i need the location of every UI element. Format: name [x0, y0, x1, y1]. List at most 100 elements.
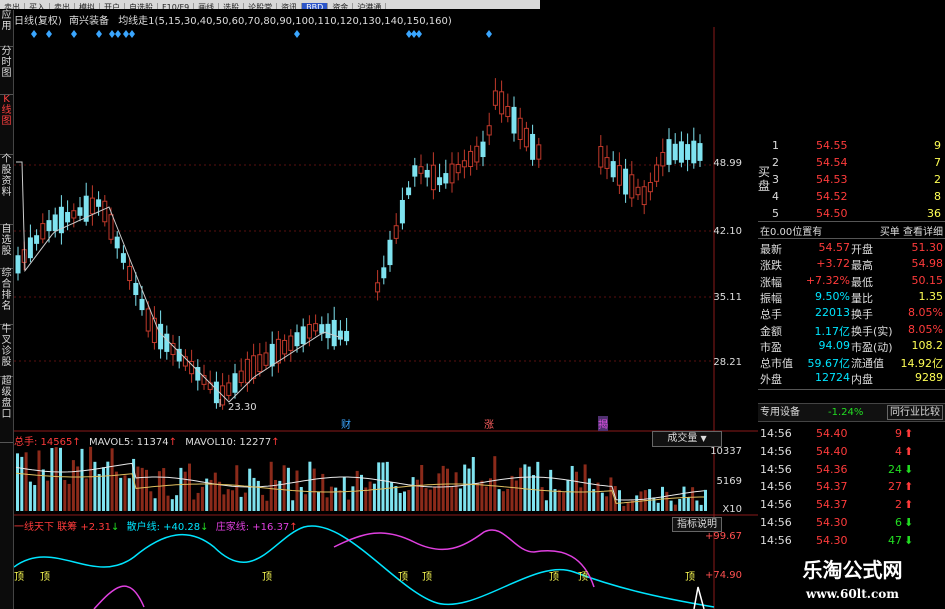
orderbook-row[interactable]: 4 54.52 8 [758, 188, 945, 205]
volume-bar [28, 481, 32, 511]
volume-bar [437, 473, 441, 511]
signal-diamond-icon [31, 30, 37, 38]
menu-item-1[interactable]: 买入 [25, 3, 50, 9]
volume-bar [342, 476, 346, 511]
candle [678, 141, 684, 163]
price-axis-label-3: 35.11 [713, 292, 742, 303]
menu-item-5[interactable]: 自选股 [125, 3, 158, 9]
tick-price: 54.40 [816, 444, 848, 458]
orderbook-row[interactable]: 3 54.53 2 [758, 171, 945, 188]
menu-item-6[interactable]: F10/F9 [158, 3, 195, 9]
position-bar-right[interactable]: 买单 查看详细 [880, 223, 943, 238]
left-tab-2[interactable]: K线图 [0, 94, 13, 155]
volume-bar [398, 492, 402, 511]
volume-bar [484, 486, 488, 511]
orderbook-row[interactable]: 2 54.54 7 [758, 154, 945, 171]
event-marker-3[interactable]: 揭 [598, 416, 608, 431]
event-marker-2[interactable]: 涨 [484, 416, 494, 431]
volume-bar [433, 486, 437, 511]
quote-value: 12724 [815, 371, 850, 385]
volume-bar [575, 471, 578, 511]
tick-time: 14:56 [760, 480, 792, 494]
menu-item-3[interactable]: 模拟 [75, 3, 100, 9]
volume-bar [428, 489, 432, 511]
ma-label: 均线走1(5,15,30,40,50,60,70,80,90,100,110,1… [118, 16, 452, 27]
volume-bar [704, 489, 707, 511]
period-label[interactable]: 日线(复权) [14, 16, 62, 27]
tick-volume: 4 [895, 444, 902, 458]
event-marker-1[interactable]: 财 [341, 416, 351, 431]
orderbook-level: 5 [772, 207, 779, 220]
quote-value-right: 51.30 [911, 241, 944, 254]
volume-bar [317, 491, 320, 511]
volume-bar [162, 468, 166, 511]
menu-item-13[interactable]: 沪港通 [353, 3, 387, 9]
volume-bar [261, 494, 265, 511]
arrow-up-icon: ⬆ [904, 427, 914, 440]
candle [697, 143, 703, 161]
signal-diamond-icon [71, 30, 77, 38]
volume-bar [669, 500, 673, 511]
position-bar-left: 在0.00位置有 [760, 227, 823, 238]
candle [344, 330, 350, 342]
left-tab-5[interactable]: 综合排名 [0, 268, 13, 325]
indicator-tag: 顶 [40, 572, 50, 583]
tick-price: 54.30 [816, 533, 848, 547]
menu-item-12[interactable]: 资金 [328, 3, 354, 9]
left-tab-4[interactable]: 自选股 [0, 224, 13, 269]
indicator-axis-label-1: +99.67 [704, 531, 742, 542]
orderbook-row[interactable]: 1 54.55 9 [758, 137, 945, 154]
volume-bar [579, 487, 583, 511]
quote-label-right: 换手 [851, 308, 873, 322]
quote-value: 59.67亿 [807, 357, 851, 371]
menu-item-10[interactable]: 资讯 [277, 3, 303, 9]
volume-bar [394, 486, 398, 511]
volume-bar [385, 461, 389, 511]
volume-bar [243, 492, 247, 511]
left-tab-0[interactable]: 应用 [0, 10, 13, 47]
candle [635, 186, 641, 196]
chevron-down-icon: ▼ [700, 434, 707, 443]
volume-bar [20, 456, 24, 511]
volume-bar [213, 472, 217, 511]
volume-bar [127, 478, 131, 511]
indicator-help-button[interactable]: 指标说明 [672, 517, 722, 532]
tick-price: 54.36 [816, 462, 848, 476]
quote-label: 总手 [760, 308, 782, 322]
volume-bar [166, 495, 170, 511]
volume-bar [656, 502, 660, 511]
watermark-title: 乐淘公式网 [802, 558, 903, 582]
volume-bar [695, 500, 699, 511]
menu-item-7[interactable]: 画线 [194, 3, 220, 9]
menu-item-2[interactable]: 卖出 [50, 3, 75, 9]
tick-time: 14:56 [760, 444, 792, 458]
menu-item-4[interactable]: 开户 [100, 3, 125, 9]
quote-value: 9.50% [815, 289, 850, 303]
indicator-tag: 顶 [14, 572, 24, 583]
tick-time: 14:56 [760, 427, 792, 440]
menu-item-0[interactable]: 卖出 [0, 3, 25, 9]
sector-compare-button[interactable]: 同行业比较 [887, 405, 943, 420]
orderbook-row[interactable]: 5 54.50 36 [758, 205, 945, 222]
volume-bar [24, 452, 28, 511]
candle [77, 207, 83, 216]
left-tab-6[interactable]: 牛叉诊股 [0, 324, 13, 377]
volume-bar [119, 477, 123, 511]
left-tab-7[interactable]: 超级盘口 [0, 376, 13, 443]
volume-indicator-dropdown[interactable]: 成交量 ▼ [652, 431, 722, 447]
left-tab-1[interactable]: 分时图 [0, 46, 13, 95]
candle [505, 105, 511, 118]
volume-bar [67, 483, 71, 511]
quote-label: 振幅 [760, 291, 782, 305]
volume-bar [691, 487, 695, 511]
sector-change: -1.24% [828, 407, 864, 418]
candle [393, 225, 399, 239]
left-tab-3[interactable]: 个股资料 [0, 154, 13, 225]
volume-bar [308, 461, 312, 511]
candle [530, 133, 536, 160]
menu-item-11[interactable]: BBD [302, 3, 329, 9]
menu-item-9[interactable]: 论股堂 [244, 3, 278, 9]
candle [133, 282, 139, 296]
menu-item-8[interactable]: 选股 [219, 3, 245, 9]
indicator-tag: 顶 [398, 572, 408, 583]
